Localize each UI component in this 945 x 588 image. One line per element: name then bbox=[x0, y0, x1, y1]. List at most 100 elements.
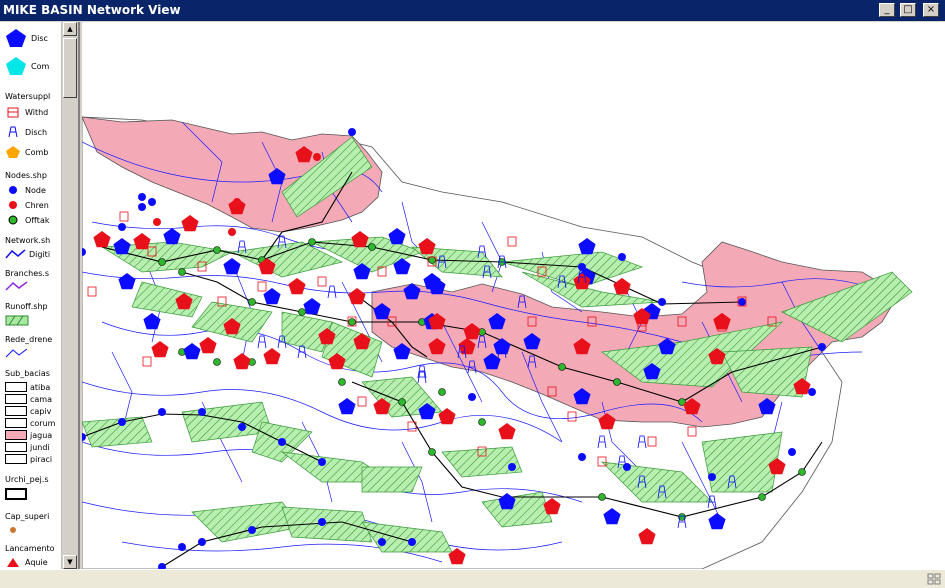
legend-chren-label: Chren bbox=[25, 200, 49, 210]
scrollbar-thumb[interactable] bbox=[63, 38, 77, 98]
legend-cap-title[interactable]: Cap_superi bbox=[5, 512, 49, 521]
blue-node-27[interactable] bbox=[348, 128, 356, 136]
blue-node-25[interactable] bbox=[508, 463, 516, 471]
blue-node-3[interactable] bbox=[138, 203, 146, 211]
offtake-node-7[interactable] bbox=[248, 298, 256, 306]
offtake-node-24[interactable] bbox=[798, 468, 806, 476]
atiba-label: atiba bbox=[30, 382, 51, 392]
blue-node-22[interactable] bbox=[708, 473, 716, 481]
blue-node-31[interactable] bbox=[248, 526, 256, 534]
piraci-swatch bbox=[5, 454, 27, 464]
status-bar bbox=[0, 569, 945, 588]
window-title: MIKE BASIN Network View bbox=[3, 3, 181, 17]
maximize-button[interactable]: □ bbox=[900, 3, 916, 17]
offtake-node-19[interactable] bbox=[398, 398, 406, 406]
corum-swatch bbox=[5, 418, 27, 428]
legend-aquie: Aquie bbox=[5, 556, 48, 568]
blue-node-28[interactable] bbox=[408, 538, 416, 546]
green-node-icon bbox=[8, 215, 18, 225]
legend-disc[interactable]: Disc bbox=[5, 29, 48, 47]
legend-subbacias-title[interactable]: Sub_bacias bbox=[5, 369, 50, 378]
offtake-node-18[interactable] bbox=[338, 378, 346, 386]
blue-node-9[interactable] bbox=[118, 418, 126, 426]
blue-node-23[interactable] bbox=[623, 463, 631, 471]
blue-node-7[interactable] bbox=[278, 438, 286, 446]
legend-branches-title[interactable]: Branches.s bbox=[5, 269, 49, 278]
orange-pentagon-icon bbox=[6, 146, 20, 158]
offtake-node-27[interactable] bbox=[178, 268, 186, 276]
legend-digiti-label: Digiti bbox=[29, 249, 51, 259]
legend-urchi-title[interactable]: Urchi_pej.s bbox=[5, 475, 49, 484]
legend-rede-title[interactable]: Rede_drene bbox=[5, 335, 52, 344]
red-node-1[interactable] bbox=[313, 153, 321, 161]
blue-node-18[interactable] bbox=[738, 298, 746, 306]
cyan-pentagon-icon bbox=[6, 57, 26, 75]
runoff-hatch-icon bbox=[5, 315, 29, 326]
blue-node-5[interactable] bbox=[198, 408, 206, 416]
blue-node-10[interactable] bbox=[158, 408, 166, 416]
offtake-node-20[interactable] bbox=[428, 448, 436, 456]
red-triangle-icon bbox=[7, 558, 19, 567]
minimize-button[interactable]: _ bbox=[879, 3, 895, 17]
offtake-node-16[interactable] bbox=[213, 358, 221, 366]
close-button[interactable]: × bbox=[923, 3, 939, 17]
offtake-node-9[interactable] bbox=[348, 318, 356, 326]
blue-node-21[interactable] bbox=[808, 388, 816, 396]
legend-watersupply-title[interactable]: Watersuppl bbox=[5, 92, 50, 101]
offtake-node-2[interactable] bbox=[308, 238, 316, 246]
legend-lancamentos-title[interactable]: Lancamento bbox=[5, 544, 55, 553]
blue-node-17[interactable] bbox=[658, 298, 666, 306]
offtake-node-23[interactable] bbox=[758, 493, 766, 501]
cama-swatch bbox=[5, 394, 27, 404]
offtake-node-26[interactable] bbox=[478, 418, 486, 426]
offtake-node-0[interactable] bbox=[213, 246, 221, 254]
discharge-icon bbox=[8, 126, 18, 138]
blue-node-2[interactable] bbox=[148, 198, 156, 206]
offtake-node-8[interactable] bbox=[298, 308, 306, 316]
offtake-node-6[interactable] bbox=[158, 258, 166, 266]
legend-node-label: Node bbox=[25, 185, 46, 195]
blue-node-14[interactable] bbox=[198, 538, 206, 546]
blue-node-26[interactable] bbox=[468, 393, 476, 401]
legend-nodes-title[interactable]: Nodes.shp bbox=[5, 171, 47, 180]
offtake-node-13[interactable] bbox=[613, 378, 621, 386]
blue-node-15[interactable] bbox=[618, 253, 626, 261]
legend-panel: Disc Com Watersuppl Withd Disch Comb Nod… bbox=[0, 22, 80, 569]
scroll-up-arrow-icon[interactable]: ▲ bbox=[63, 22, 77, 36]
blue-node-19[interactable] bbox=[818, 343, 826, 351]
legend-runoff-swatch bbox=[5, 315, 29, 327]
blue-node-20[interactable] bbox=[788, 448, 796, 456]
jundi-label: jundi bbox=[30, 442, 50, 452]
legend-disch-label: Disch bbox=[25, 127, 48, 137]
blue-node-8[interactable] bbox=[318, 458, 326, 466]
legend-scrollbar[interactable]: ▲ ▼ bbox=[61, 22, 78, 569]
red-node-0[interactable] bbox=[153, 218, 161, 226]
network-map-canvas[interactable] bbox=[82, 22, 945, 569]
resize-grip-icon[interactable] bbox=[927, 573, 941, 585]
blue-node-29[interactable] bbox=[378, 538, 386, 546]
offtake-node-25[interactable] bbox=[438, 388, 446, 396]
blue-node-12[interactable] bbox=[178, 543, 186, 551]
jagua-label: jagua bbox=[30, 430, 53, 440]
legend-network-title[interactable]: Network.sh bbox=[5, 236, 50, 245]
legend-cap-symbol bbox=[5, 524, 21, 536]
red-node-3[interactable] bbox=[228, 228, 236, 236]
network-map-view[interactable] bbox=[82, 22, 945, 569]
legend-subbacia-atiba: atiba bbox=[5, 381, 50, 393]
legend-subbacia-cama: cama bbox=[5, 393, 52, 405]
blue-node-6[interactable] bbox=[238, 423, 246, 431]
blue-node-icon bbox=[9, 186, 17, 194]
scroll-down-arrow-icon[interactable]: ▼ bbox=[63, 555, 77, 569]
legend-runoff-title[interactable]: Runoff.shp bbox=[5, 302, 48, 311]
blue-node-24[interactable] bbox=[578, 453, 586, 461]
offtake-node-21[interactable] bbox=[598, 493, 606, 501]
blue-node-1[interactable] bbox=[138, 193, 146, 201]
offtake-node-12[interactable] bbox=[558, 363, 566, 371]
blue-node-0[interactable] bbox=[118, 223, 126, 231]
blue-node-30[interactable] bbox=[318, 518, 326, 526]
offtake-node-4[interactable] bbox=[428, 256, 436, 264]
offtake-node-3[interactable] bbox=[368, 243, 376, 251]
piraci-label: piraci bbox=[30, 454, 53, 464]
legend-disch: Disch bbox=[5, 126, 47, 138]
legend-com[interactable]: Com bbox=[5, 57, 49, 75]
